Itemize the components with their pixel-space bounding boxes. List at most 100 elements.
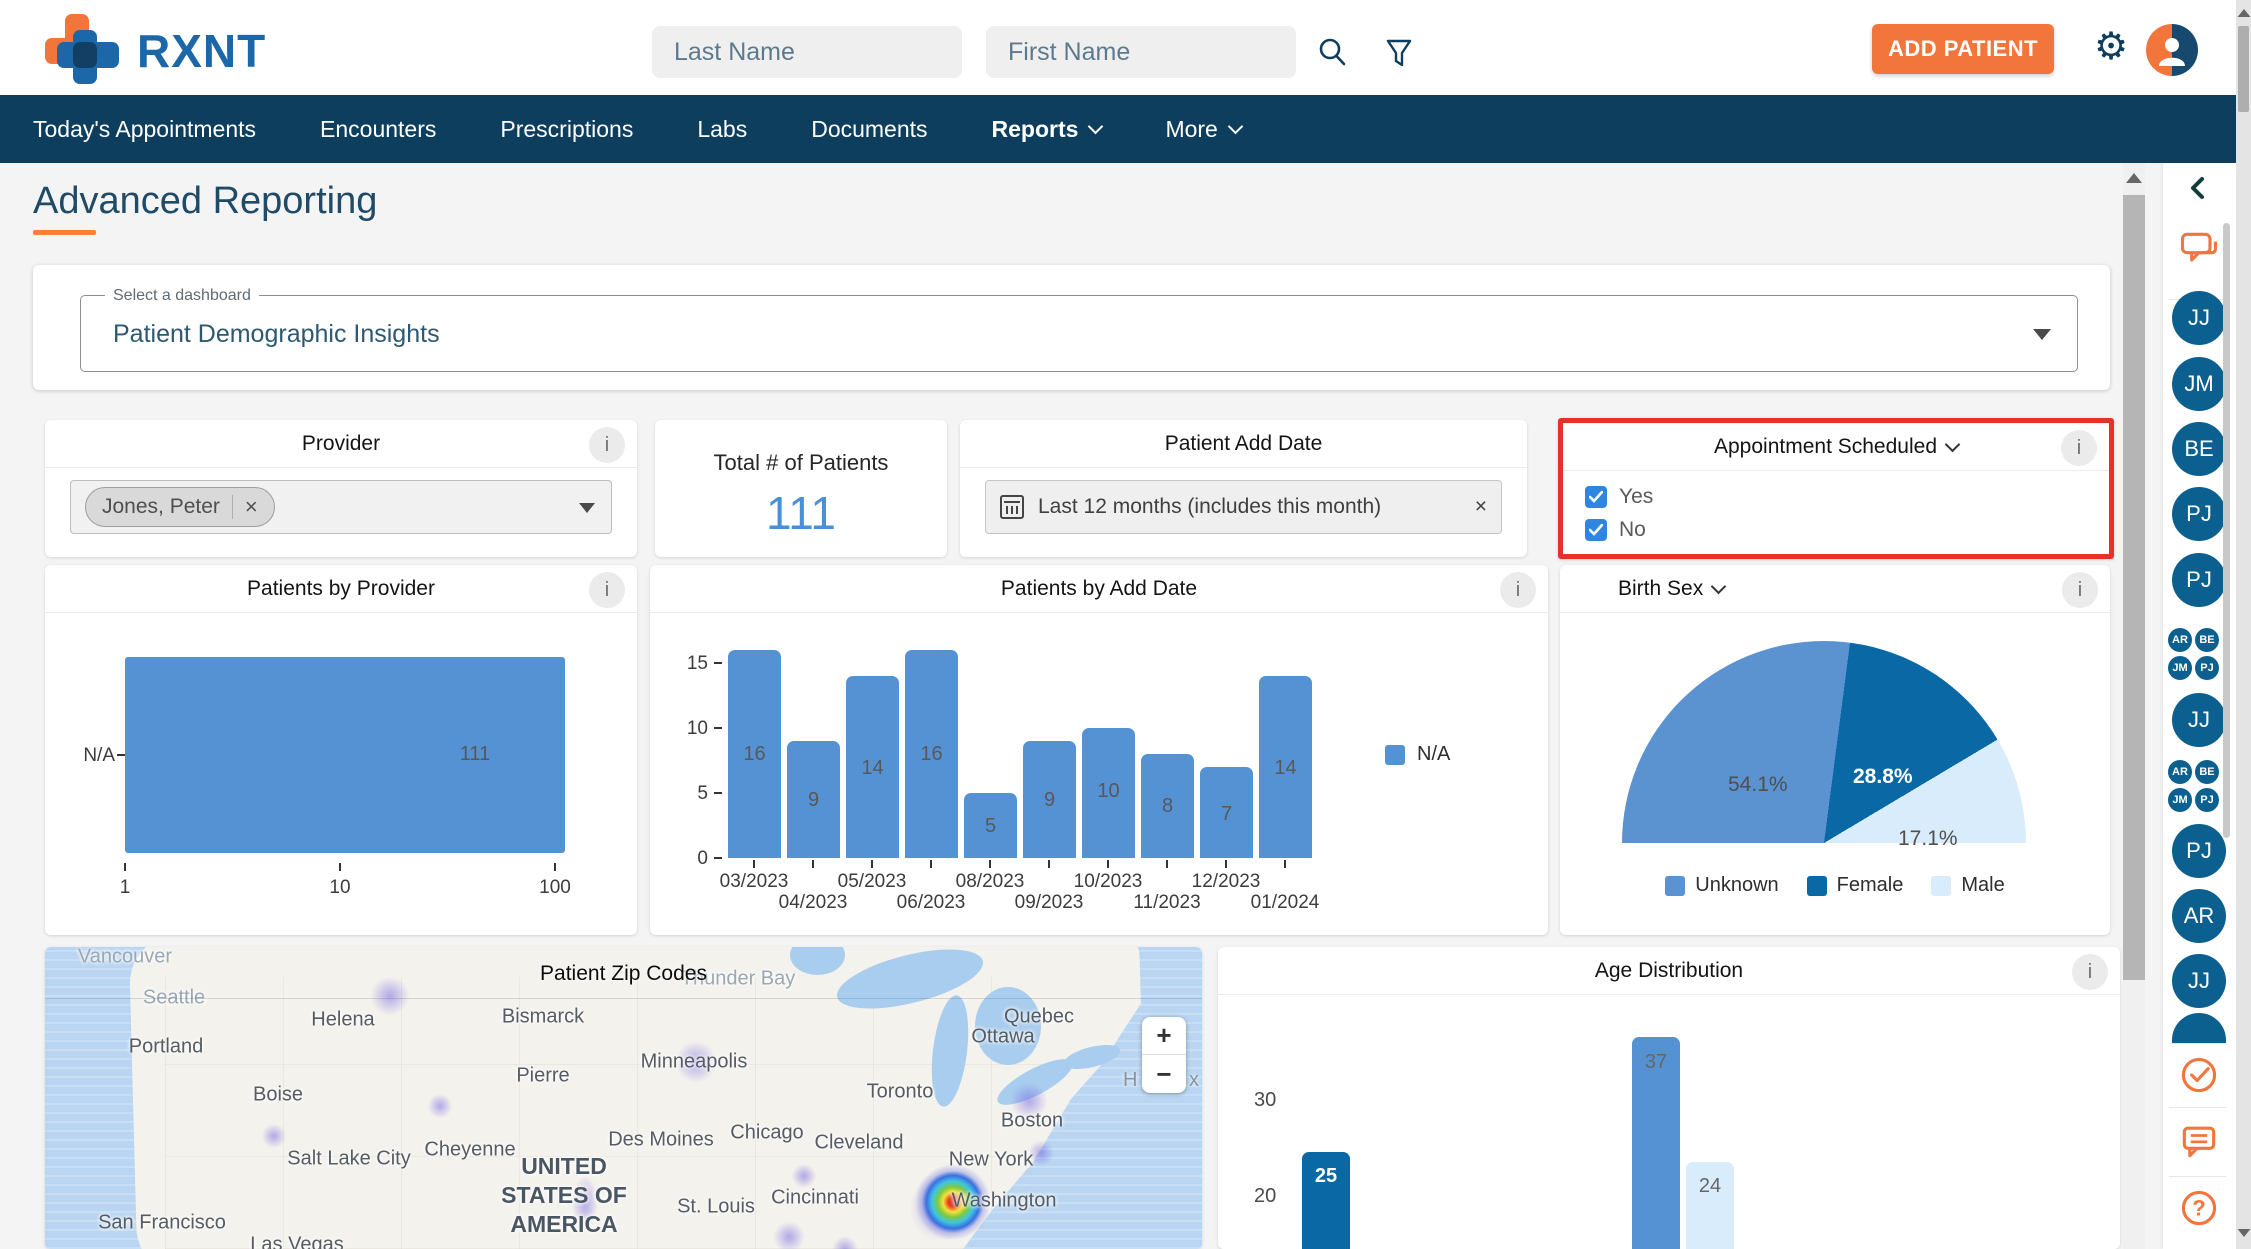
chip-remove-icon[interactable]: × bbox=[245, 494, 258, 520]
city-label: New York bbox=[949, 1149, 1034, 1172]
scroll-down-arrow[interactable] bbox=[2238, 1229, 2251, 1237]
provider-chip[interactable]: Jones, Peter × bbox=[85, 487, 275, 527]
avatar[interactable]: JJ bbox=[2172, 954, 2226, 1008]
add-date-select[interactable]: Last 12 months (includes this month) × bbox=[985, 480, 1502, 534]
bar-value: 7 bbox=[1200, 803, 1253, 826]
content-scrollbar[interactable] bbox=[2123, 163, 2145, 1249]
info-icon[interactable]: i bbox=[589, 572, 625, 608]
clear-date-icon[interactable]: × bbox=[1475, 495, 1487, 519]
avatar[interactable]: JJ bbox=[2172, 291, 2226, 345]
rxnt-logo-icon bbox=[45, 14, 123, 86]
dropdown-caret-icon[interactable] bbox=[579, 503, 595, 513]
slice-label-male: 17.1% bbox=[1898, 827, 1958, 851]
title-underline bbox=[33, 230, 96, 235]
dashboard-select[interactable]: Select a dashboard Patient Demographic I… bbox=[80, 295, 2078, 372]
nav-labs[interactable]: Labs bbox=[697, 116, 747, 143]
patient-zip-codes-map-card[interactable]: Vancouver Seattle Thunder Bay Quebec Hel… bbox=[45, 947, 1202, 1249]
divider bbox=[2169, 1176, 2226, 1177]
avatar[interactable]: AR bbox=[2172, 889, 2226, 943]
obscured-city-label: H bbox=[1123, 1069, 1137, 1092]
first-name-input[interactable] bbox=[986, 26, 1296, 78]
nav-todays-appointments[interactable]: Today's Appointments bbox=[33, 116, 256, 143]
nav-prescriptions[interactable]: Prescriptions bbox=[500, 116, 633, 143]
chevron-down-icon bbox=[1711, 579, 1727, 595]
avatar-small[interactable]: JM bbox=[2168, 788, 2192, 812]
city-label: Salt Lake City bbox=[287, 1148, 410, 1171]
avatar-small[interactable]: PJ bbox=[2195, 788, 2219, 812]
zoom-out-button[interactable]: − bbox=[1142, 1055, 1186, 1093]
scroll-up-arrow[interactable] bbox=[2238, 9, 2251, 17]
scrollbar-thumb[interactable] bbox=[2123, 195, 2145, 980]
collapse-sidebar-icon[interactable] bbox=[2185, 175, 2211, 201]
rxnt-logo[interactable]: RXNT bbox=[45, 12, 305, 84]
checkbox-checked-icon[interactable] bbox=[1585, 486, 1607, 508]
avatar-small[interactable]: AR bbox=[2168, 628, 2192, 652]
user-avatar[interactable] bbox=[2146, 24, 2198, 76]
checkbox-checked-icon[interactable] bbox=[1585, 519, 1607, 541]
add-patient-button[interactable]: ADD PATIENT bbox=[1872, 24, 2054, 74]
x-tick: 04/2023 bbox=[768, 892, 858, 914]
nav-encounters[interactable]: Encounters bbox=[320, 116, 436, 143]
bar-value: 14 bbox=[1259, 757, 1312, 780]
provider-select[interactable]: Jones, Peter × bbox=[70, 480, 612, 534]
avatar-small[interactable]: PJ bbox=[2195, 656, 2219, 680]
x-tick: 11/2023 bbox=[1122, 892, 1212, 914]
x-tick: 12/2023 bbox=[1181, 871, 1271, 893]
city-label: Toronto bbox=[867, 1081, 934, 1104]
dropdown-caret-icon[interactable] bbox=[2033, 329, 2051, 340]
provider-card-title: Provider bbox=[45, 420, 637, 468]
search-icon[interactable] bbox=[1316, 36, 1350, 70]
x-tick: 05/2023 bbox=[827, 871, 917, 893]
svg-text:?: ? bbox=[2192, 1195, 2205, 1220]
help-icon[interactable]: ? bbox=[2177, 1186, 2221, 1230]
provider-filter-card: Provider i Jones, Peter × bbox=[45, 420, 637, 557]
avatar[interactable]: PJ bbox=[2172, 553, 2226, 607]
avatar[interactable]: JM bbox=[2172, 357, 2226, 411]
avatar[interactable]: BE bbox=[2172, 422, 2226, 476]
zoom-in-button[interactable]: + bbox=[1142, 1017, 1186, 1055]
bar-value: 24 bbox=[1686, 1175, 1734, 1198]
appt-option-no[interactable]: No bbox=[1585, 518, 1646, 542]
scrollbar-thumb[interactable] bbox=[2238, 26, 2249, 112]
birth-sex-title[interactable]: Birth Sex bbox=[1560, 565, 2110, 613]
info-icon[interactable]: i bbox=[2062, 572, 2098, 608]
avatar[interactable]: JJ bbox=[2172, 693, 2226, 747]
avatar-small[interactable]: BE bbox=[2195, 628, 2219, 652]
avatar-small[interactable]: AR bbox=[2168, 760, 2192, 784]
avatar[interactable]: PJ bbox=[2172, 487, 2226, 541]
window-scrollbar[interactable] bbox=[2236, 0, 2251, 1249]
last-name-input[interactable] bbox=[652, 26, 962, 78]
x-tick: 06/2023 bbox=[886, 892, 976, 914]
nav-more[interactable]: More bbox=[1165, 116, 1240, 143]
info-icon[interactable]: i bbox=[2061, 430, 2097, 466]
avatar-small[interactable]: JM bbox=[2168, 656, 2192, 680]
filter-icon[interactable] bbox=[1382, 36, 1416, 70]
nav-documents[interactable]: Documents bbox=[811, 116, 927, 143]
patients-by-provider-card: Patients by Provider i N/A 111 1 10 100 bbox=[45, 565, 637, 935]
avatar-partial[interactable] bbox=[2172, 1013, 2226, 1043]
city-label: Bismarck bbox=[502, 1006, 584, 1029]
nav-reports[interactable]: Reports bbox=[992, 116, 1102, 143]
sidebar-scrollbar-thumb[interactable] bbox=[2223, 223, 2230, 838]
avatar-small[interactable]: BE bbox=[2195, 760, 2219, 784]
brand-name: RXNT bbox=[137, 24, 266, 78]
info-icon[interactable]: i bbox=[2072, 954, 2108, 990]
appointment-scheduled-title[interactable]: Appointment Scheduled bbox=[1563, 423, 2109, 471]
age-distribution-card: Age Distribution i 30 20 25 37 24 bbox=[1218, 947, 2120, 1249]
dashboard-select-card: Select a dashboard Patient Demographic I… bbox=[33, 265, 2110, 390]
tasks-check-icon[interactable] bbox=[2177, 1053, 2221, 1097]
scroll-up-arrow[interactable] bbox=[2126, 173, 2142, 183]
info-icon[interactable]: i bbox=[589, 427, 625, 463]
city-label: Helena bbox=[311, 1009, 374, 1032]
info-icon[interactable]: i bbox=[1500, 572, 1536, 608]
total-patients-label: Total # of Patients bbox=[655, 450, 947, 476]
map-title: Patient Zip Codes bbox=[45, 962, 1202, 986]
divider bbox=[2169, 1043, 2226, 1044]
appt-option-yes[interactable]: Yes bbox=[1585, 485, 1653, 509]
message-icon[interactable] bbox=[2177, 1119, 2221, 1163]
bar-value: 8 bbox=[1141, 795, 1194, 818]
bar-value: 10 bbox=[1082, 780, 1135, 803]
chat-bubbles-icon[interactable] bbox=[2177, 227, 2221, 271]
gear-icon[interactable]: ⚙ bbox=[2094, 28, 2128, 66]
avatar[interactable]: PJ bbox=[2172, 824, 2226, 878]
